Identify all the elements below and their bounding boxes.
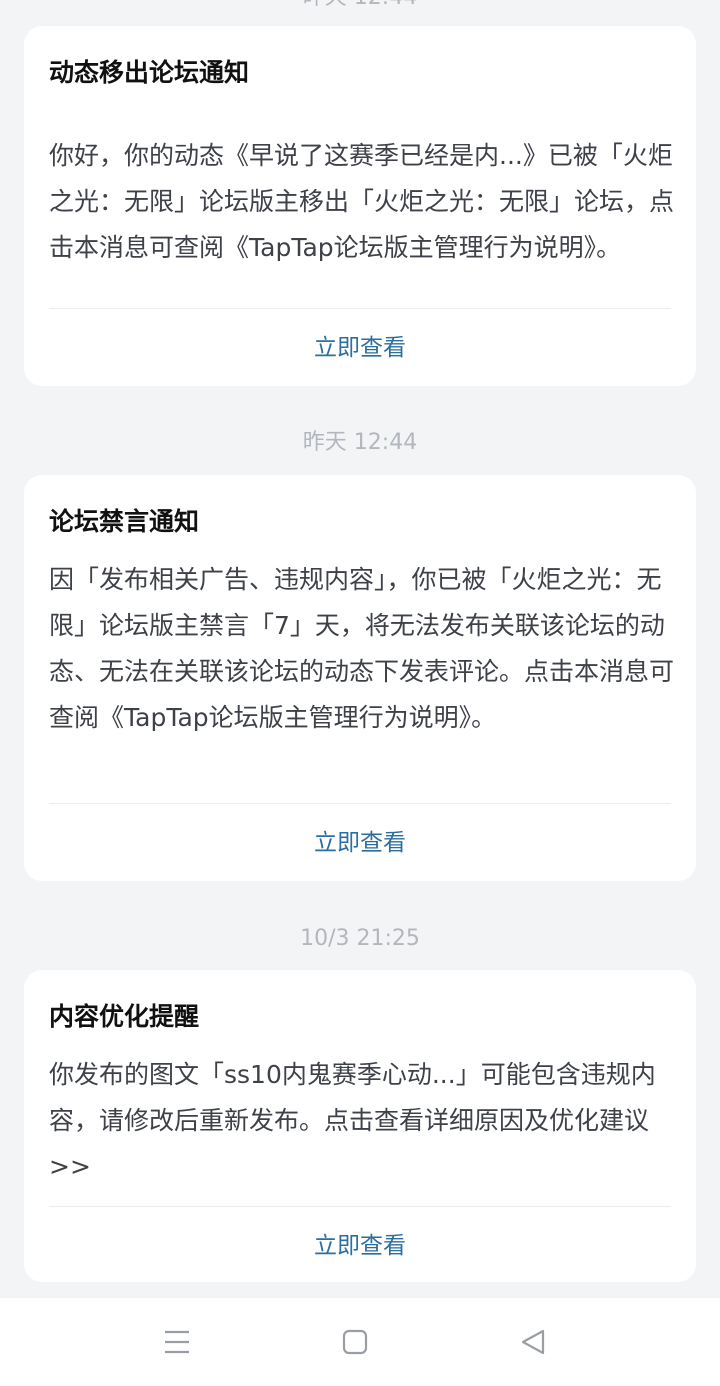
card-body: 因「发布相关广告、违规内容」，你已被「火炬之光：无限」论坛版主禁言「7」天，将无…	[49, 565, 675, 732]
notification-card-forum-removal[interactable]: 动态移出论坛通知 你好，你的动态《早说了这赛季已经是内...》已被「火炬之光：无…	[24, 26, 696, 386]
home-icon[interactable]	[325, 1312, 385, 1372]
message-timestamp: 昨天 12:44	[0, 0, 720, 13]
message-timestamp: 10/3 21:25	[300, 926, 420, 951]
notification-card-content-optimization[interactable]: 内容优化提醒 你发布的图文「ss10内鬼赛季心动...」可能包含违规内容，请修改…	[24, 970, 696, 1282]
back-icon[interactable]	[503, 1312, 563, 1372]
card-body: 你好，你的动态《早说了这赛季已经是内...》已被「火炬之光：无限」论坛版主移出「…	[49, 141, 675, 262]
card-title: 论坛禁言通知	[49, 507, 200, 536]
card-title: 动态移出论坛通知	[49, 58, 250, 87]
view-now-button[interactable]: 立即查看	[24, 309, 696, 386]
menu-icon[interactable]	[147, 1312, 207, 1372]
notification-card-forum-mute[interactable]: 论坛禁言通知 因「发布相关广告、违规内容」，你已被「火炬之光：无限」论坛版主禁言…	[24, 475, 696, 881]
card-title: 内容优化提醒	[49, 1002, 200, 1031]
notification-screen: 昨天 12:44 动态移出论坛通知 你好，你的动态《早说了这赛季已经是内...》…	[0, 0, 720, 1386]
view-now-button[interactable]: 立即查看	[24, 804, 696, 881]
view-now-button[interactable]: 立即查看	[24, 1207, 696, 1282]
message-timestamp: 昨天 12:44	[302, 430, 418, 455]
system-navigation-bar	[0, 1298, 720, 1386]
card-body: 你发布的图文「ss10内鬼赛季心动...」可能包含违规内容，请修改后重新发布。点…	[49, 1060, 656, 1181]
